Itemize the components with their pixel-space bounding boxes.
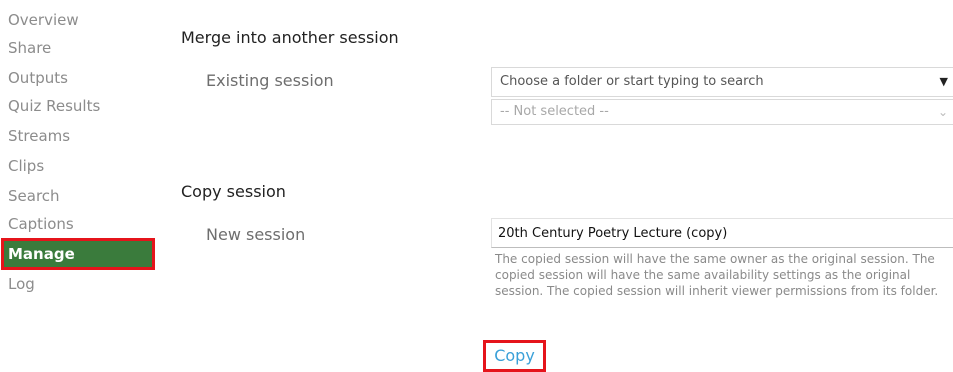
sidebar-item-captions[interactable]: Captions <box>8 214 74 234</box>
copy-button[interactable]: Copy <box>483 340 546 372</box>
session-select-value: -- Not selected -- <box>500 104 609 119</box>
sidebar-item-share[interactable]: Share <box>8 38 51 58</box>
new-session-label: New session <box>206 225 306 244</box>
sidebar-item-outputs[interactable]: Outputs <box>8 68 68 88</box>
session-select: -- Not selected -- ⌄ <box>491 99 953 125</box>
sidebar-item-manage[interactable]: Manage <box>1 238 155 270</box>
sidebar-item-log[interactable]: Log <box>8 274 35 294</box>
copy-description: The copied session will have the same ow… <box>495 252 939 298</box>
sidebar-item-streams[interactable]: Streams <box>8 126 70 146</box>
sidebar-nav: Overview Share Outputs Quiz Results Stre… <box>0 0 160 371</box>
existing-session-label: Existing session <box>206 71 334 90</box>
sidebar-item-search[interactable]: Search <box>8 186 60 206</box>
chevron-down-icon: ⌄ <box>937 105 948 119</box>
copy-section-title: Copy session <box>181 182 286 201</box>
merge-section-title: Merge into another session <box>181 28 399 47</box>
sidebar-item-clips[interactable]: Clips <box>8 156 44 176</box>
folder-search-placeholder: Choose a folder or start typing to searc… <box>500 74 764 89</box>
caret-down-icon: ▼ <box>939 75 948 88</box>
folder-search-select[interactable]: Choose a folder or start typing to searc… <box>491 67 953 97</box>
sidebar-item-quiz-results[interactable]: Quiz Results <box>8 96 100 116</box>
sidebar-item-overview[interactable]: Overview <box>8 10 79 30</box>
new-session-input[interactable] <box>491 218 953 248</box>
